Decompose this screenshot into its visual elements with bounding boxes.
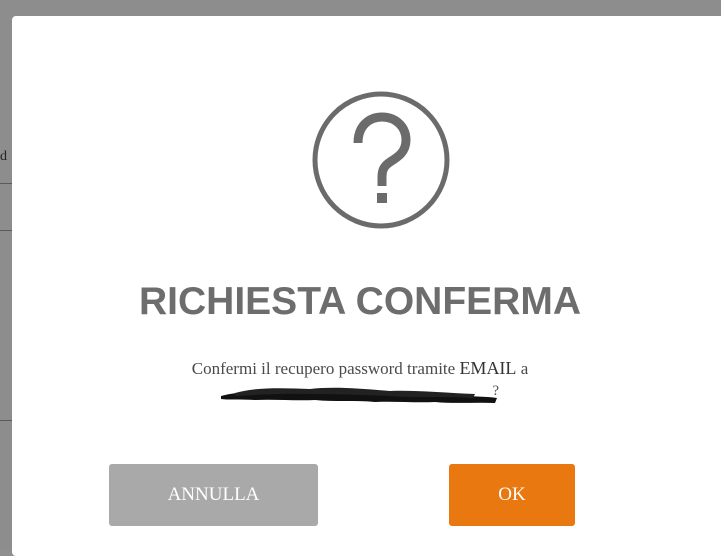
background-divider — [0, 230, 12, 231]
dialog-title: RICHIESTA CONFERMA — [139, 280, 581, 323]
background-divider — [0, 183, 12, 184]
message-text: Confermi il recupero password tramite — [191, 359, 460, 378]
cancel-button[interactable]: ANNULLA — [109, 464, 318, 526]
dialog-message: Confermi il recupero password tramite EM… — [0, 356, 720, 405]
message-channel: EMAIL — [459, 358, 517, 378]
redacted-email: ? — [215, 383, 505, 405]
message-question-mark: ? — [492, 383, 499, 400]
background-page-fragment: d — [0, 150, 7, 164]
message-connector: a — [516, 359, 529, 378]
ok-button[interactable]: OK — [449, 464, 575, 526]
question-circle-icon — [310, 89, 452, 231]
background-divider — [0, 420, 12, 421]
confirm-dialog: RICHIESTA CONFERMA Confermi il recupero … — [12, 16, 721, 556]
